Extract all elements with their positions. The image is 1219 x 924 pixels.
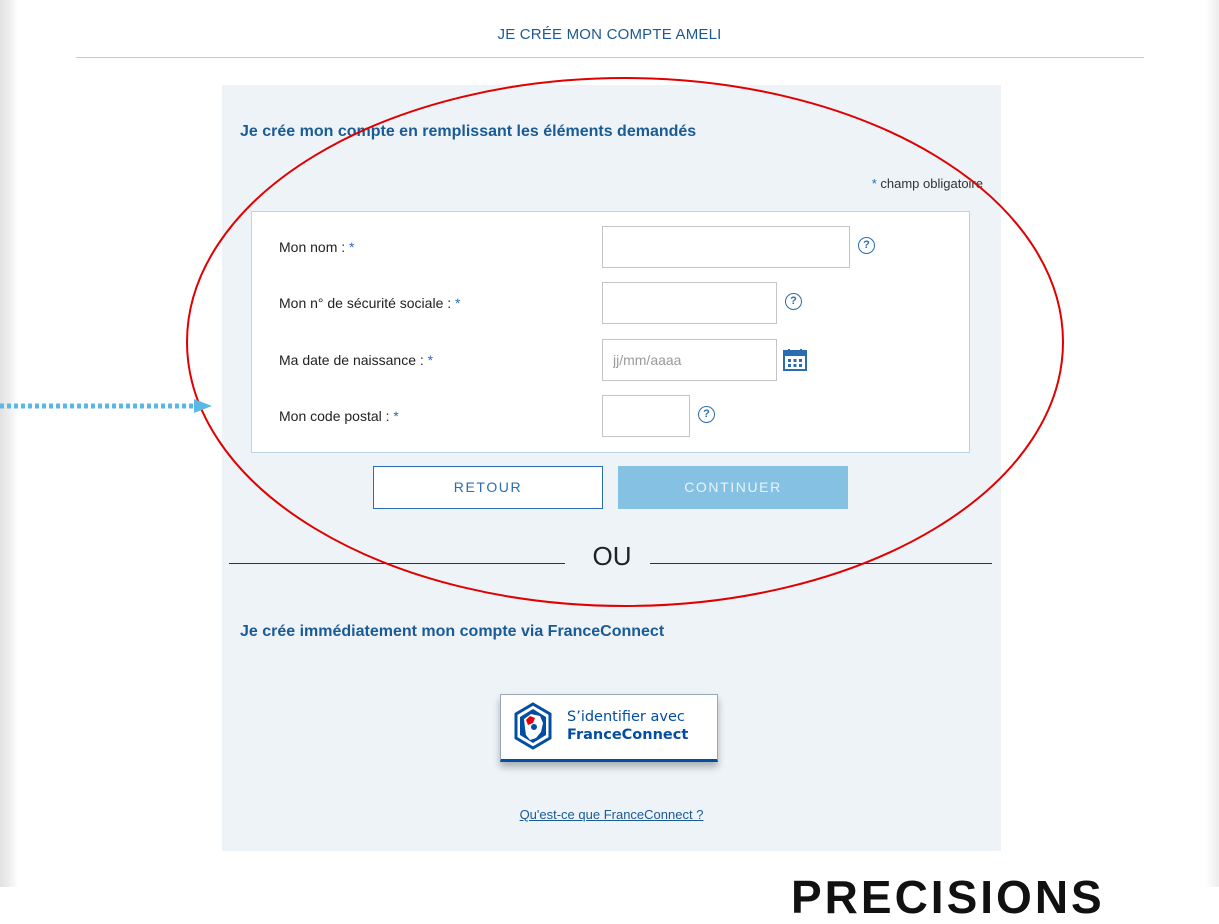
continue-button[interactable]: CONTINUER	[618, 466, 848, 509]
birth-date-label: Ma date de naissance : *	[279, 352, 433, 368]
required-star: *	[427, 352, 434, 368]
back-button[interactable]: RETOUR	[373, 466, 603, 509]
birth-date-label-text: Ma date de naissance :	[279, 352, 424, 368]
field-row-postal-code: Mon code postal : * ?	[252, 395, 969, 439]
franceconnect-line2: FranceConnect	[567, 727, 689, 743]
title-divider	[76, 57, 1144, 58]
social-security-label: Mon n° de sécurité sociale : *	[279, 295, 460, 311]
franceconnect-button-text: S’identifier avec FranceConnect	[567, 708, 688, 744]
social-security-label-text: Mon n° de sécurité sociale :	[279, 295, 452, 311]
name-label-text: Mon nom :	[279, 239, 346, 255]
required-star: *	[871, 176, 877, 191]
separator-line-right	[650, 563, 992, 564]
franceconnect-logo-icon	[514, 702, 552, 750]
name-input[interactable]	[602, 226, 850, 268]
franceconnect-button[interactable]: S’identifier avec FranceConnect	[500, 694, 718, 762]
postal-code-label: Mon code postal : *	[279, 408, 399, 424]
required-star: *	[349, 239, 355, 255]
form-heading: Je crée mon compte en remplissant les él…	[240, 123, 697, 140]
precisions-overlay-text: PRECISIONS	[791, 871, 1105, 923]
required-star: *	[455, 295, 461, 311]
required-note-text: champ obligatoire	[880, 176, 983, 191]
separator-line-left	[229, 563, 565, 564]
required-field-note: * champ obligatoire	[872, 176, 983, 191]
birth-date-input[interactable]	[602, 339, 777, 381]
name-label: Mon nom : *	[279, 239, 354, 255]
question-circle-icon[interactable]: ?	[785, 293, 802, 310]
question-circle-icon[interactable]: ?	[698, 406, 715, 423]
franceconnect-info-link[interactable]: Qu'est-ce que FranceConnect ?	[222, 807, 1001, 822]
or-separator: OU	[592, 541, 632, 571]
social-security-input[interactable]	[602, 282, 777, 324]
question-circle-icon[interactable]: ?	[858, 237, 875, 254]
form-fields-box: Mon nom : * ? Mon n° de sécurité sociale…	[251, 211, 970, 453]
field-row-birth-date: Ma date de naissance : *	[252, 339, 969, 383]
postal-code-input[interactable]	[602, 395, 690, 437]
field-row-social-security: Mon n° de sécurité sociale : * ?	[252, 282, 969, 326]
franceconnect-line1: S’identifier avec	[567, 709, 685, 725]
page-title: JE CRÉE MON COMPTE AMELI	[497, 26, 722, 43]
franceconnect-heading: Je crée immédiatement mon compte via Fra…	[240, 623, 665, 640]
required-star: *	[393, 408, 399, 424]
account-creation-card: Je crée mon compte en remplissant les él…	[222, 85, 1001, 851]
postal-code-label-text: Mon code postal :	[279, 408, 390, 424]
field-row-name: Mon nom : * ?	[252, 226, 969, 270]
calendar-icon[interactable]	[783, 349, 807, 371]
